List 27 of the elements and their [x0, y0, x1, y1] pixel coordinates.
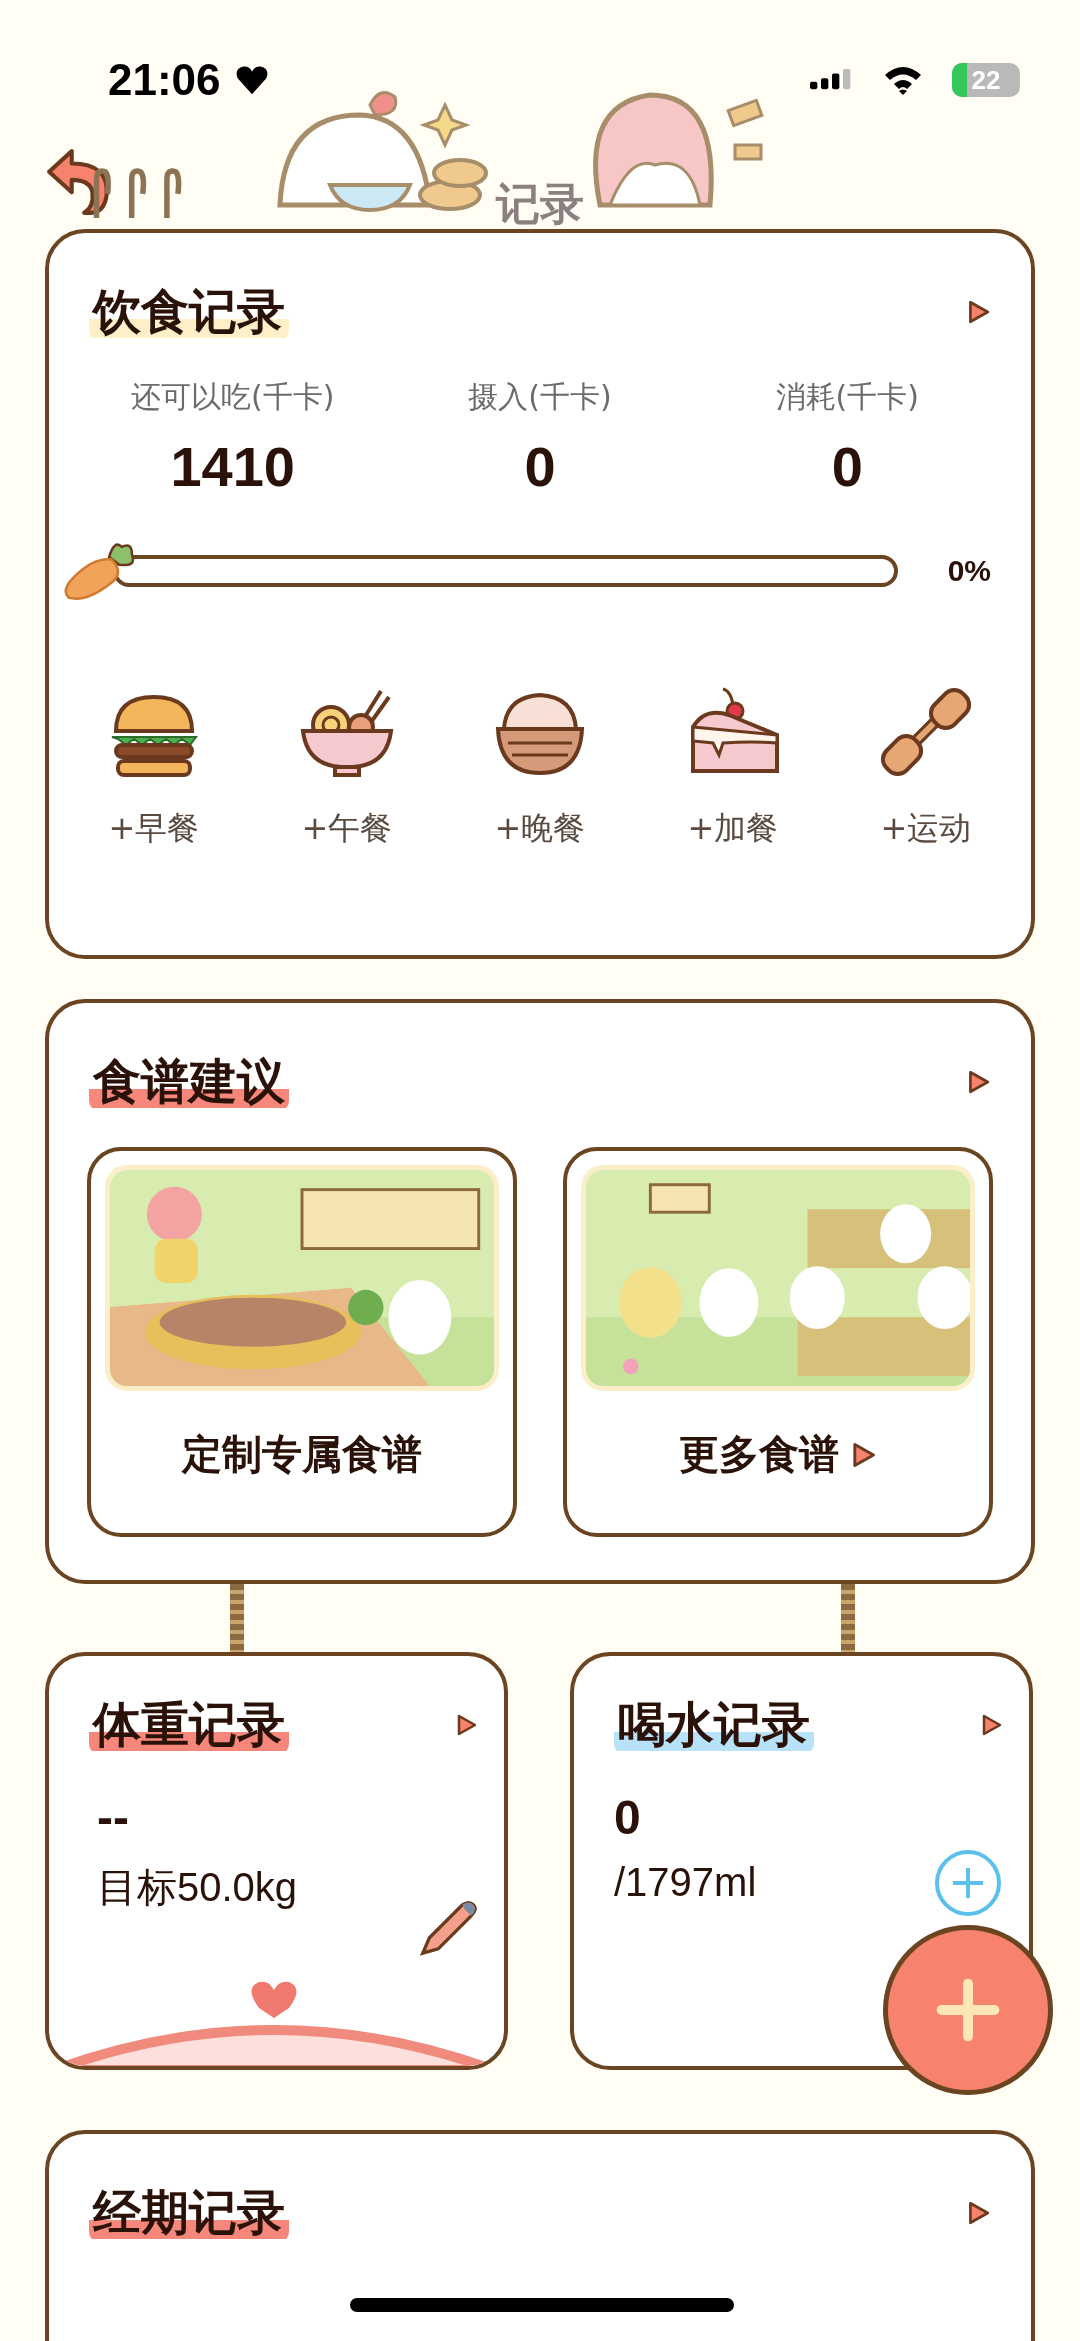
stat-label: 摄入(千卡) [468, 377, 612, 416]
meal-add-link[interactable]: +运动 [880, 806, 972, 851]
meal-add-link[interactable]: +加餐 [687, 806, 779, 851]
progress-reading: 0% [947, 553, 991, 588]
rope [841, 1584, 855, 1652]
section-title: 食谱建议 [89, 1053, 289, 1111]
page-title: 记录 [494, 177, 585, 231]
weight-target: 目标50.0kg [97, 1863, 298, 1911]
stat-value: 0 [524, 433, 556, 499]
water-value: 0 [614, 1789, 642, 1846]
battery-icon: 22 [952, 63, 1020, 97]
recipe-option-label: 更多食谱 [679, 1430, 839, 1480]
stat-value: 1410 [170, 433, 295, 499]
water-goal: /1797ml [614, 1859, 757, 1905]
meal-add-link[interactable]: +午餐 [301, 806, 393, 851]
heart-icon [234, 64, 269, 96]
stat-value: 0 [831, 433, 863, 499]
meal-add-link[interactable]: +早餐 [108, 806, 200, 851]
rope [230, 1584, 244, 1652]
meal-add-link[interactable]: +晚餐 [494, 806, 586, 851]
recipe-option-card[interactable]: 更多食谱 [563, 1146, 993, 1537]
recipe-option-label: 定制专属食谱 [182, 1430, 422, 1480]
recipe-option-card[interactable]: 定制专属食谱 [87, 1146, 517, 1537]
stat-label: 还可以吃(千卡) [130, 377, 335, 416]
status-time: 21:06 [108, 55, 221, 105]
weight-value: -- [97, 1789, 130, 1846]
stat-label: 消耗(千卡) [775, 377, 920, 416]
